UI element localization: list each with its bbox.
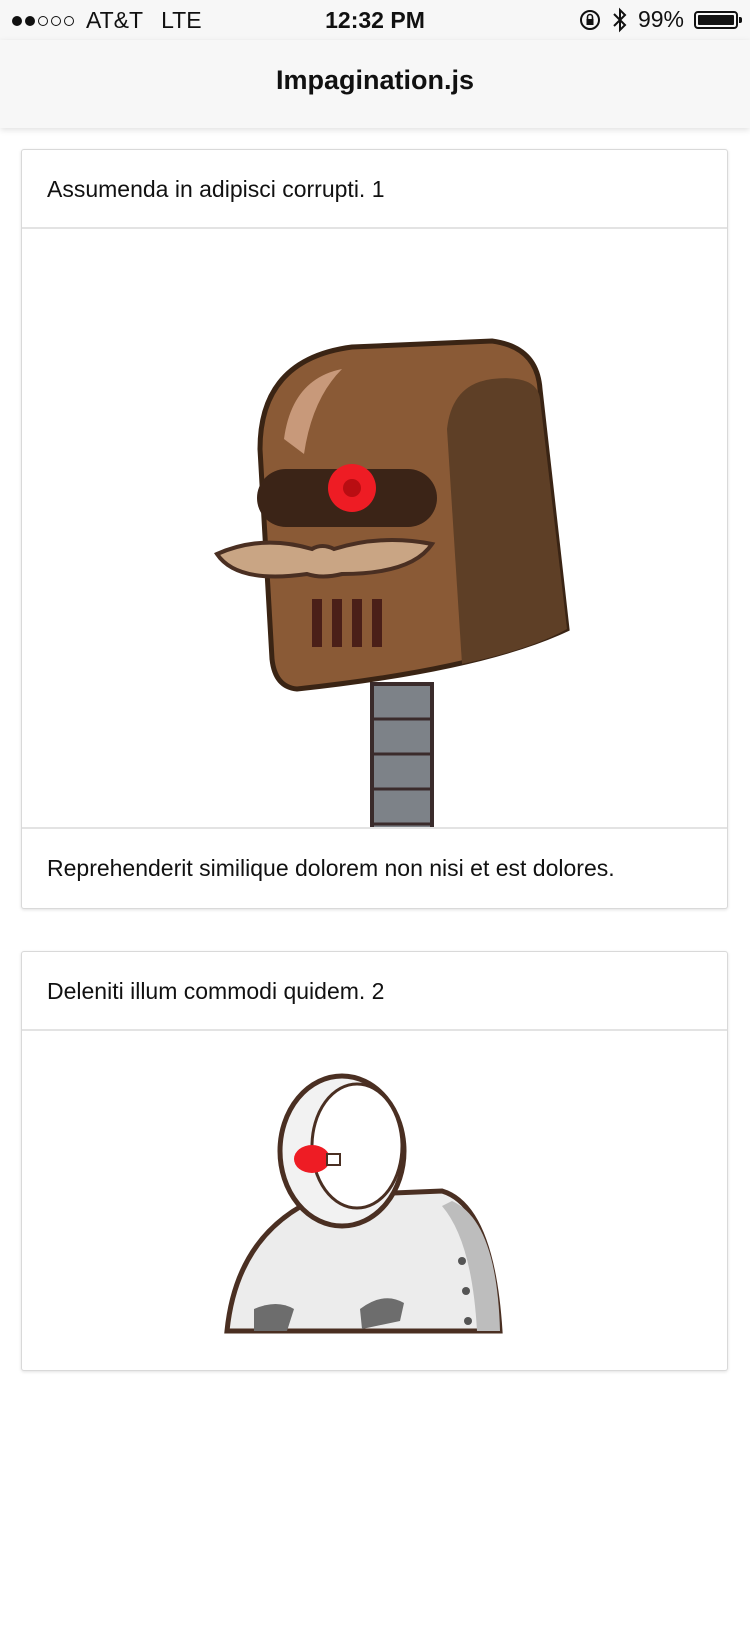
card-title: Assumenda in adipisci corrupti. 1: [22, 150, 727, 229]
page-title: Impagination.js: [275, 65, 475, 95]
navigation-bar: Impagination.js: [0, 40, 750, 128]
card[interactable]: Assumenda in adipisci corrupti. 1 Repreh…: [21, 149, 728, 909]
card-image: [22, 1031, 727, 1631]
status-bar: AT&T LTE 12:32 PM 99%: [0, 0, 750, 40]
card[interactable]: Deleniti illum commodi quidem. 2: [21, 951, 728, 1371]
battery-percent: 99%: [637, 6, 684, 32]
card-image: [22, 229, 727, 829]
bluetooth-icon: [613, 7, 627, 32]
rotation-lock-icon: [579, 9, 600, 30]
brown-robot-head-image: [214, 338, 570, 827]
battery-icon: [694, 10, 742, 29]
card-description: Reprehenderit similique dolorem non nisi…: [47, 855, 615, 881]
card-title: Deleniti illum commodi quidem. 2: [22, 952, 727, 1031]
white-robot-image: [224, 1073, 503, 1334]
